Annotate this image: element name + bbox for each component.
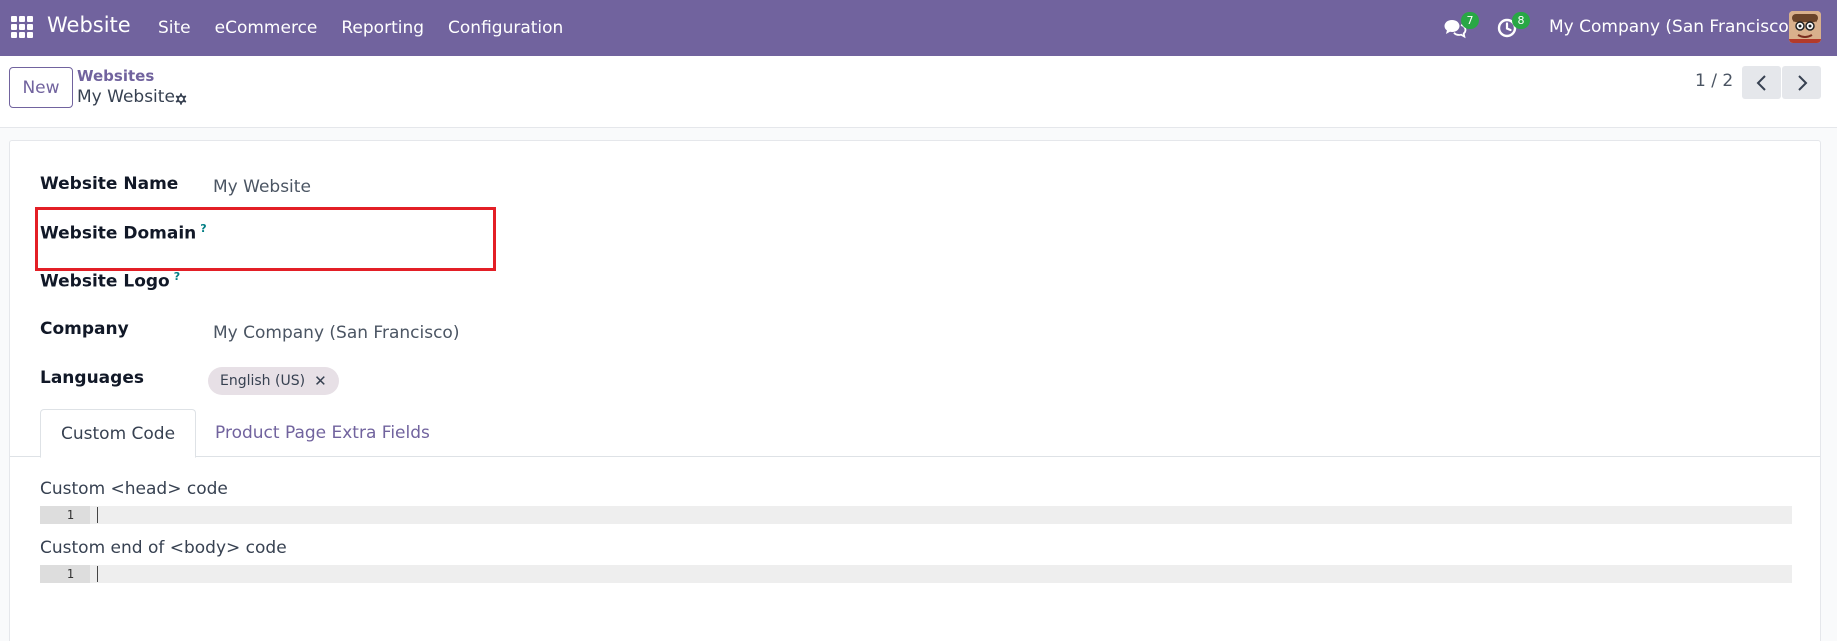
line-number: 1 xyxy=(40,506,90,524)
form-sheet: Website Name My Website Website Domain? … xyxy=(9,140,1821,641)
avatar-face-icon xyxy=(1789,11,1821,43)
custom-head-code-label: Custom <head> code xyxy=(40,479,228,499)
website-name-label: Website Name xyxy=(40,174,179,194)
text-cursor xyxy=(97,507,98,523)
gear-icon[interactable] xyxy=(173,91,189,107)
language-tag-label: English (US) xyxy=(220,373,306,389)
notebook-tabs: Custom Code Product Page Extra Fields xyxy=(10,409,1820,458)
apps-menu-icon[interactable] xyxy=(11,16,33,38)
tab-product-page-extra-fields[interactable]: Product Page Extra Fields xyxy=(195,409,450,457)
languages-label: Languages xyxy=(40,368,144,388)
menu-item-reporting[interactable]: Reporting xyxy=(329,0,436,56)
website-logo-help[interactable]: ? xyxy=(174,270,180,283)
menu-item-configuration[interactable]: Configuration xyxy=(436,0,575,56)
pager-next-button[interactable] xyxy=(1782,66,1821,99)
app-name[interactable]: Website xyxy=(47,13,131,37)
main-menu: Site eCommerce Reporting Configuration xyxy=(146,0,575,56)
new-button[interactable]: New xyxy=(9,67,73,108)
user-avatar[interactable] xyxy=(1789,11,1821,43)
top-navbar: Website Site eCommerce Reporting Configu… xyxy=(0,0,1837,56)
company-label: Company xyxy=(40,319,129,339)
tab-custom-code[interactable]: Custom Code xyxy=(40,409,197,458)
website-logo-label-text: Website Logo xyxy=(40,271,170,292)
company-switcher[interactable]: My Company (San Francisco) xyxy=(1549,17,1795,37)
menu-item-ecommerce[interactable]: eCommerce xyxy=(203,0,330,56)
language-tag: English (US) ✕ xyxy=(208,367,339,395)
highlight-box xyxy=(35,207,496,271)
activity-count-badge: 8 xyxy=(1512,12,1530,29)
line-number: 1 xyxy=(40,565,90,583)
pager-previous-button[interactable] xyxy=(1742,66,1781,99)
breadcrumb-current-record: My Website xyxy=(77,87,175,107)
custom-body-code-label: Custom end of <body> code xyxy=(40,538,287,558)
chevron-left-icon xyxy=(1756,74,1766,91)
control-panel: New Websites My Website 1 / 2 xyxy=(0,56,1837,128)
chevron-right-icon xyxy=(1797,74,1807,91)
text-cursor xyxy=(97,566,98,582)
website-logo-label: Website Logo? xyxy=(40,270,180,292)
pager-value[interactable]: 1 / 2 xyxy=(1695,71,1733,91)
website-name-field[interactable]: My Website xyxy=(213,177,311,197)
custom-body-code-editor[interactable]: 1 xyxy=(40,565,1792,583)
breadcrumb-websites[interactable]: Websites xyxy=(77,67,154,85)
menu-item-site[interactable]: Site xyxy=(146,0,203,56)
chat-count-badge: 7 xyxy=(1461,12,1479,29)
company-field[interactable]: My Company (San Francisco) xyxy=(213,323,459,343)
tag-remove-icon[interactable]: ✕ xyxy=(314,372,327,390)
custom-head-code-editor[interactable]: 1 xyxy=(40,506,1792,524)
